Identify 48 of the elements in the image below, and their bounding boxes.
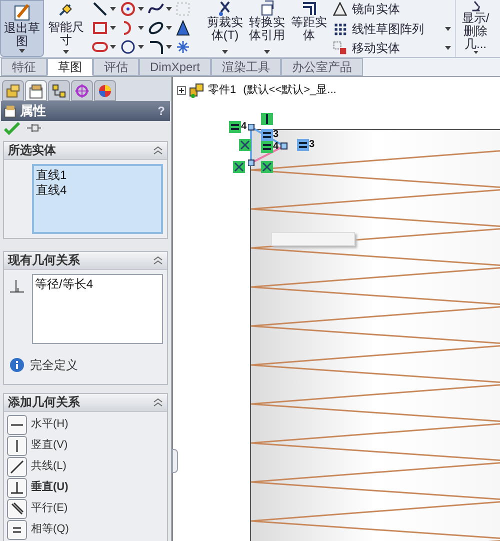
ribbon-button[interactable]: 等距实体 [288, 0, 330, 57]
help-button[interactable]: ? [158, 102, 168, 120]
relation-button[interactable]: 竖直(V) [7, 436, 164, 456]
selection-list[interactable]: 直线1 直线4 [32, 164, 163, 234]
ribbon-button[interactable]: 显示/删除几... [455, 0, 495, 57]
section-header[interactable]: 添加几何关系 [4, 394, 167, 412]
tab[interactable]: 特征 [1, 58, 47, 76]
tab[interactable]: 评估 [93, 58, 139, 76]
tab[interactable]: 渲染工具 [211, 58, 282, 76]
relation-button[interactable]: 平行(E) [7, 498, 164, 518]
relation-button[interactable]: 水平(H) [7, 414, 164, 434]
ribbon-button[interactable]: 转换实体引用 [246, 0, 288, 57]
relation-label: 水平(H) [31, 417, 68, 432]
badge-count: 3 [273, 130, 279, 140]
relation-label: 竖直(V) [31, 438, 68, 454]
tab[interactable]: DimXpert [139, 58, 212, 76]
ribbon-button[interactable]: 退出草图 [0, 0, 44, 57]
relation-label: 平行(E) [31, 501, 68, 516]
relation-button[interactable]: 相等(Q) [7, 520, 164, 540]
ribbon-button[interactable]: 智能尺寸 [44, 0, 88, 57]
relation-button[interactable]: 共线(L) [7, 456, 164, 476]
badge-count: 4 [241, 122, 247, 132]
part-name[interactable]: 零件1 [208, 82, 236, 98]
section-header[interactable]: 现有几何关系 [4, 252, 167, 270]
relation-label: 垂直(U) [31, 480, 68, 496]
section-header[interactable]: 所选实体 [4, 142, 167, 160]
list-item[interactable]: 直线1 [36, 168, 159, 182]
status-text: 完全定义 [30, 356, 78, 374]
badge-count: 3 [309, 140, 315, 150]
ribbon-button[interactable]: 剪裁实体(T) [204, 0, 246, 57]
relation-label: 相等(Q) [31, 522, 69, 538]
ribbon-list-command[interactable]: 镜向实体 [333, 1, 455, 17]
panel-title: 属性 [20, 102, 46, 120]
tab[interactable]: 草图 [47, 58, 93, 76]
list-item[interactable]: 直线4 [36, 182, 159, 198]
relations-list[interactable]: 等径/等长4 [32, 274, 163, 344]
list-item[interactable]: 等径/等长4 [35, 276, 160, 292]
section-title: 所选实体 [8, 142, 56, 159]
section-title: 添加几何关系 [8, 394, 80, 411]
section-title: 现有几何关系 [8, 252, 80, 269]
tab[interactable]: 办公室产品 [281, 58, 364, 76]
ribbon-list-command[interactable]: 移动实体 [333, 40, 455, 56]
badge-count: 4 [273, 142, 279, 152]
ribbon-list-command[interactable]: 线性草图阵列 [333, 20, 455, 36]
relation-label: 共线(L) [31, 459, 66, 474]
relation-button[interactable]: 垂直(U) [7, 478, 164, 498]
part-config: (默认<<默认>_显... [243, 83, 336, 98]
graphics-area[interactable]: 零件1 (默认<<默认>_显... 4 3 4 3 [172, 77, 500, 541]
